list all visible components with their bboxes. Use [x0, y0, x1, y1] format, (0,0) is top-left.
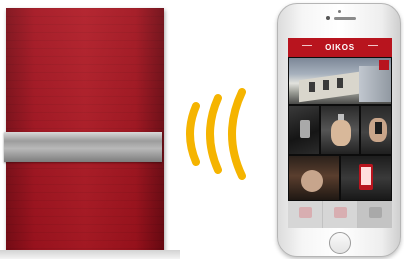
tile-person-photo[interactable] [288, 155, 340, 201]
building-window [337, 78, 343, 88]
app-header: OIKOS [288, 38, 392, 57]
door-handle-bar [4, 132, 162, 162]
bottom-bar-item-lock[interactable] [323, 201, 358, 228]
smartphone: OIKOS [277, 3, 401, 257]
signal-arc-1 [186, 102, 200, 166]
signal-arc-2 [206, 94, 222, 174]
wireless-signal-icon [186, 88, 246, 180]
header-rule-right [368, 45, 378, 46]
app-bottom-bar [288, 201, 392, 228]
building-facade [299, 71, 359, 103]
building-window [323, 80, 329, 90]
header-rule-left [302, 45, 312, 46]
bottom-bar-item-settings[interactable] [288, 201, 323, 228]
tile-building-photo[interactable] [288, 57, 392, 105]
tile-phone-call-photo[interactable] [360, 105, 392, 155]
earpiece-speaker [334, 17, 356, 20]
phone-image [375, 122, 382, 134]
lock-icon [300, 120, 310, 138]
building-window [309, 82, 315, 92]
phone-screen: OIKOS [288, 38, 392, 228]
bottom-bar-item-menu[interactable] [358, 201, 392, 228]
tile-hand-handle-photo[interactable] [320, 105, 360, 155]
menu-icon [368, 207, 382, 218]
sensor-dot [338, 10, 341, 13]
person-image [301, 170, 323, 192]
front-camera [326, 16, 330, 20]
tile-lock-photo[interactable] [288, 105, 320, 155]
gear-icon [298, 207, 312, 218]
hand-image [331, 120, 351, 146]
badge-icon [379, 60, 389, 70]
home-button[interactable] [329, 232, 351, 254]
app-title: OIKOS [325, 43, 355, 52]
lock-icon [333, 207, 347, 218]
tile-smartphone-photo[interactable] [340, 155, 392, 201]
building-tower [359, 66, 391, 102]
smartphone-screen-image [361, 167, 371, 185]
floor-reflection [0, 250, 180, 259]
signal-arc-3 [228, 88, 246, 180]
